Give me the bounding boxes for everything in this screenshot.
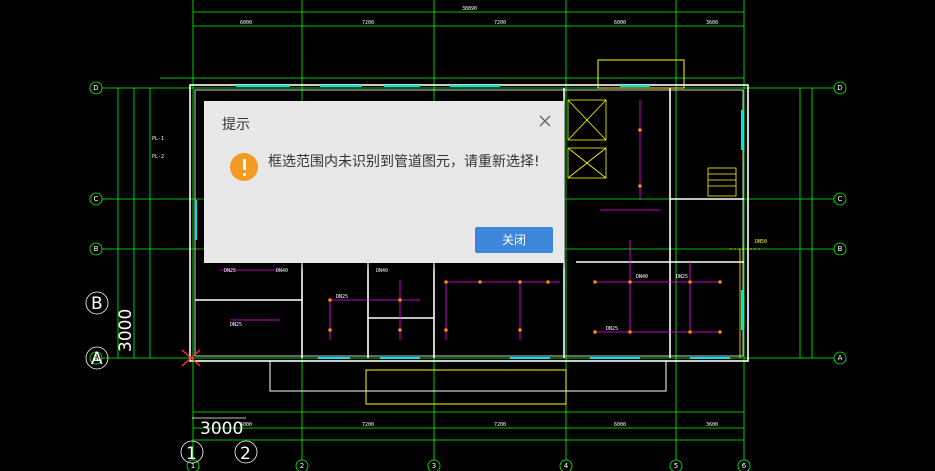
pipe-yellow — [730, 248, 760, 358]
dim-top-1: 6000 — [240, 20, 252, 26]
axis-label-a-right: A — [838, 354, 843, 362]
axis-label-d-right: D — [837, 84, 842, 92]
dim-bottom-2: 7200 — [362, 422, 374, 428]
axis-label-3: 3 — [432, 462, 436, 470]
axis-label-c-left: C — [94, 195, 99, 203]
axis-label-5: 5 — [674, 462, 678, 470]
overlay-annotations: B A 3000 3000 1 2 — [85, 291, 258, 464]
pipe-label: DN25 — [606, 326, 618, 332]
overlay-axis-1: 1 — [186, 444, 197, 464]
elevator-shafts — [567, 99, 737, 197]
pipe-label: DN40 — [636, 274, 648, 280]
axis-label-b-left: B — [94, 245, 99, 253]
pipe-label: DN40 — [376, 268, 388, 274]
dialog-message: 框选范围内未识别到管道图元，请重新选择! — [268, 154, 540, 170]
dim-bottom-3: 7200 — [494, 422, 506, 428]
dim-top-3: 7200 — [494, 20, 506, 26]
axis-label-c-right: C — [838, 195, 843, 203]
pipe-label: DN25 — [224, 268, 236, 274]
axis-label-4: 4 — [564, 462, 569, 470]
pipe-label: DN50 — [755, 239, 767, 245]
overlay-axis-a: A — [91, 349, 103, 369]
pipe-label: DN25 — [336, 294, 348, 300]
pipe-label: PL-1 — [152, 136, 164, 142]
overlay-axis-b: B — [91, 294, 103, 314]
pipe-label: DN40 — [276, 268, 288, 274]
pipe-label: DN25 — [676, 274, 688, 280]
close-button[interactable]: 关闭 — [475, 227, 553, 253]
axis-label-6: 6 — [742, 462, 747, 470]
dim-bottom-4: 6000 — [614, 422, 626, 428]
axis-label-d-left: D — [93, 84, 98, 92]
overlay-dim-vertical: 3000 — [116, 309, 136, 352]
overlay-dim-horizontal: 3000 — [200, 419, 243, 439]
dim-total: 38890 — [462, 6, 477, 12]
dim-top-4: 6000 — [614, 20, 626, 26]
dim-bottom-5: 3600 — [706, 422, 718, 428]
pipe-label: PL-2 — [152, 154, 164, 160]
axis-label-2: 2 — [300, 462, 304, 470]
axis-label-b-right: B — [838, 245, 843, 253]
dim-top-2: 7200 — [362, 20, 374, 26]
close-icon[interactable] — [538, 114, 552, 128]
pipe-label: DN25 — [230, 322, 242, 328]
dim-top-5: 3600 — [706, 20, 718, 26]
dialog-title: 提示 — [222, 117, 250, 133]
alert-dialog: 提示 框选范围内未识别到管道图元，请重新选择! 关闭 — [204, 101, 564, 263]
warning-icon — [230, 153, 258, 181]
overlay-axis-2: 2 — [240, 444, 251, 464]
